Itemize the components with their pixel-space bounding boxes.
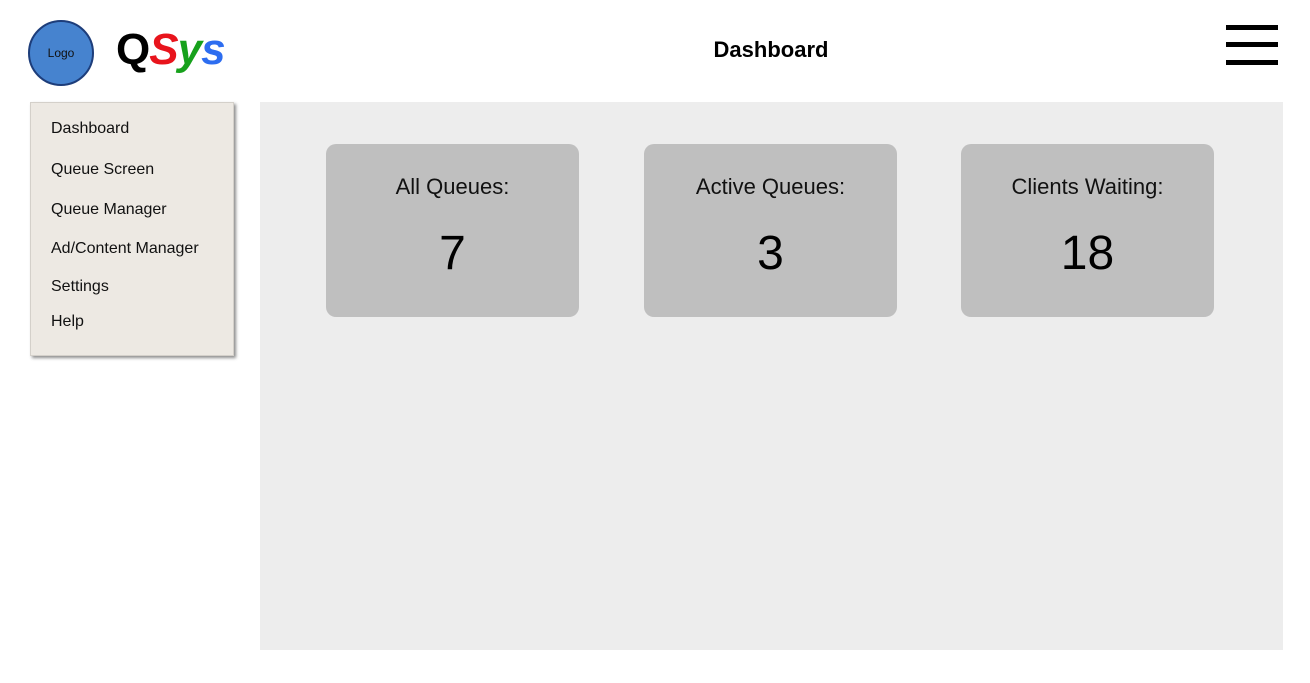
stat-value: 3 [757, 227, 784, 280]
dashboard-content: All Queues: 7 Active Queues: 3 Clients W… [260, 102, 1283, 650]
hamburger-line [1226, 42, 1278, 47]
stat-card-clients-waiting[interactable]: Clients Waiting: 18 [961, 144, 1214, 317]
sidebar-item-settings[interactable]: Settings [51, 278, 109, 296]
sidebar-item-queue-screen[interactable]: Queue Screen [51, 161, 154, 179]
sidebar-item-ad-content-manager[interactable]: Ad/Content Manager [51, 240, 199, 258]
stat-label: Active Queues: [695, 174, 846, 199]
hamburger-menu-icon[interactable] [1226, 25, 1278, 67]
hamburger-line [1226, 25, 1278, 30]
stat-value: 7 [439, 227, 466, 280]
sidebar-item-queue-manager[interactable]: Queue Manager [51, 201, 167, 219]
page-title: Dashboard [713, 37, 829, 62]
stat-value: 18 [1060, 227, 1115, 280]
stat-card-active-queues[interactable]: Active Queues: 3 [644, 144, 897, 317]
stat-label: All Queues: [395, 174, 510, 199]
stat-label: Clients Waiting: [1011, 174, 1164, 199]
sidebar-item-help[interactable]: Help [51, 313, 84, 331]
sidebar-menu: Dashboard Queue Screen Queue Manager Ad/… [30, 102, 234, 356]
hamburger-line [1226, 60, 1278, 65]
stat-card-all-queues[interactable]: All Queues: 7 [326, 144, 579, 317]
sidebar-item-dashboard[interactable]: Dashboard [51, 120, 129, 138]
